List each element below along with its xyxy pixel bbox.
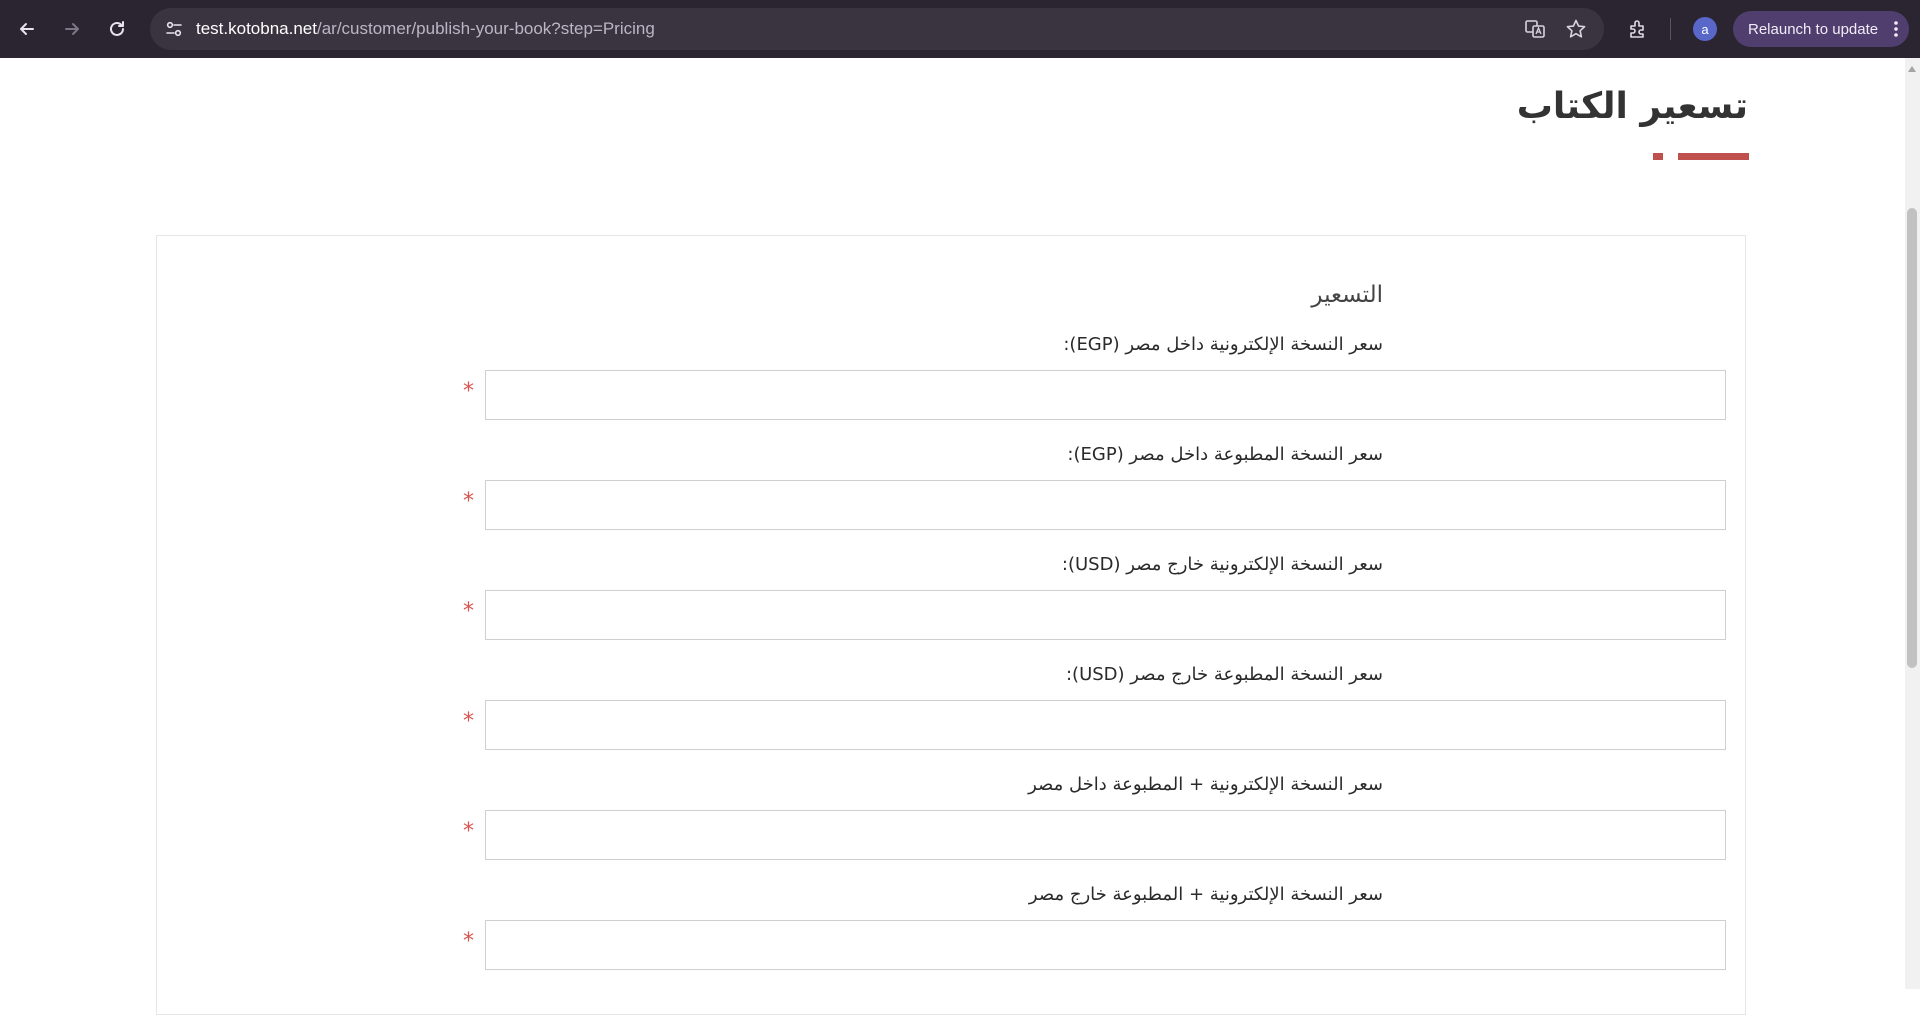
field-label-print-egypt: سعر النسخة المطبوعة داخل مصر (EGP): [1067,444,1383,465]
relaunch-label: Relaunch to update [1748,20,1879,38]
scrollbar-thumb[interactable] [1907,208,1917,668]
browser-toolbar: test.kotobna.net/ar/customer/publish-you… [0,0,1920,58]
required-mark: * [463,379,474,404]
back-icon[interactable] [9,11,45,47]
url-text[interactable]: test.kotobna.net/ar/customer/publish-you… [196,19,655,39]
site-settings-icon[interactable] [158,13,190,45]
toolbar-divider [1670,18,1671,40]
translate-icon[interactable] [1522,16,1548,42]
field-label-print-abroad: سعر النسخة المطبوعة خارج مصر (USD): [1065,664,1383,685]
field-label-ebook-abroad: سعر النسخة الإلكترونية خارج مصر (USD): [1061,554,1383,575]
price-print-abroad-input[interactable] [485,700,1726,750]
field-label-bundle-abroad: سعر النسخة الإلكترونية + المطبوعة خارج م… [1028,884,1383,905]
price-ebook-egypt-input[interactable] [485,370,1726,420]
title-underline [1678,153,1749,160]
more-options-icon[interactable] [1893,19,1899,43]
relaunch-button[interactable]: Relaunch to update [1733,11,1909,47]
required-mark: * [463,599,474,624]
price-bundle-abroad-input[interactable] [485,920,1726,970]
required-mark: * [463,929,474,954]
page-content: تسعير الكتاب التسعير سعر النسخة الإلكترو… [0,58,1905,1015]
title-underline-dot [1653,153,1663,160]
page-title: تسعير الكتاب [1516,86,1748,127]
field-label-ebook-egypt: سعر النسخة الإلكترونية داخل مصر (EGP): [1063,334,1383,355]
url-path: /ar/customer/publish-your-book?step=Pric… [316,19,655,38]
section-title: التسعير [1311,282,1383,308]
required-mark: * [463,709,474,734]
profile-avatar[interactable]: a [1693,17,1717,41]
required-mark: * [463,489,474,514]
extensions-icon[interactable] [1620,11,1656,47]
required-mark: * [463,819,474,844]
url-host: test.kotobna.net [196,19,317,38]
price-bundle-egypt-input[interactable] [485,810,1726,860]
address-bar[interactable]: test.kotobna.net/ar/customer/publish-you… [150,8,1604,50]
field-label-bundle-egypt: سعر النسخة الإلكترونية + المطبوعة داخل م… [1028,774,1383,795]
price-print-egypt-input[interactable] [485,480,1726,530]
bookmark-star-icon[interactable] [1563,16,1589,42]
price-ebook-abroad-input[interactable] [485,590,1726,640]
reload-icon[interactable] [99,11,135,47]
scroll-up-arrow-icon[interactable] [1908,66,1916,72]
forward-icon[interactable] [54,11,90,47]
